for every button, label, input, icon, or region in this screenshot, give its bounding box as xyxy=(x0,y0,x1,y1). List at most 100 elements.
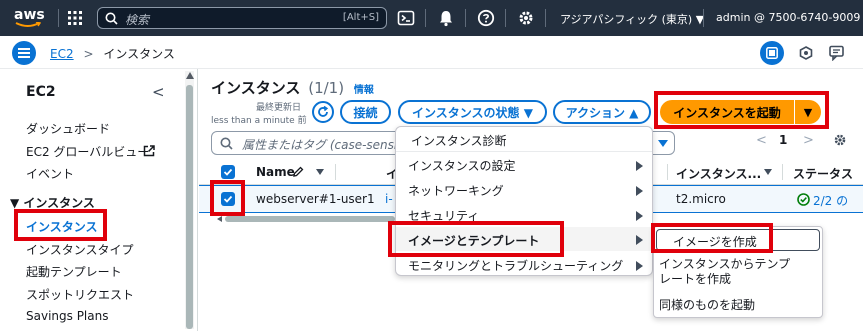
account-menu[interactable]: admin @ 7500-6740-9009 ▼ xyxy=(716,11,863,24)
sidebar-item-dashboard[interactable]: ダッシュボード xyxy=(26,120,110,137)
notifications-panel-button[interactable] xyxy=(760,41,784,65)
sidebar-scrollbar-thumb[interactable] xyxy=(186,85,193,329)
search-icon xyxy=(105,12,118,25)
table-scrollbar-thumb[interactable] xyxy=(225,216,395,222)
aws-logo[interactable]: aws xyxy=(12,6,46,30)
column-sort-icon[interactable] xyxy=(764,169,772,175)
aws-smile-icon xyxy=(15,22,41,27)
menu-item-security[interactable]: セキュリティ xyxy=(408,207,479,224)
submenu-item-launch-more-like-this[interactable]: 同様のものを起動 xyxy=(659,296,755,313)
images-templates-submenu: イメージを作成 インスタンスからテンプレートを作成 同様のものを起動 xyxy=(653,226,823,318)
checkmark-icon xyxy=(223,168,233,176)
breadcrumb-ec2-link[interactable]: EC2 xyxy=(50,47,74,61)
column-header-name[interactable]: Name xyxy=(256,165,295,179)
filter-dropdown-icon[interactable] xyxy=(658,140,668,147)
gear-icon[interactable] xyxy=(517,9,535,27)
sidebar-item-events[interactable]: イベント xyxy=(26,165,74,182)
chevron-right-icon xyxy=(636,186,643,196)
row-instance-id[interactable]: i- xyxy=(385,192,393,206)
launch-instance-button-label: インスタンスを起動 xyxy=(673,105,781,120)
launch-dropdown-icon: ▼ xyxy=(803,105,813,119)
checkmark-icon xyxy=(223,195,233,203)
instance-state-button[interactable]: インスタンスの状態 ▼ xyxy=(398,100,547,124)
row-instance-name[interactable]: webserver#1-user1 xyxy=(256,192,375,206)
chevron-right-icon xyxy=(636,235,643,245)
refresh-icon xyxy=(318,106,329,117)
panel-icon xyxy=(766,47,778,59)
external-link-icon xyxy=(143,145,155,157)
menu-toggle-button[interactable] xyxy=(12,41,36,65)
breadcrumb-separator: > xyxy=(83,47,94,61)
pencil-icon xyxy=(293,166,304,177)
connect-button-label: 接続 xyxy=(353,105,378,120)
sidebar-section-instances[interactable]: ▼ インスタンス xyxy=(10,194,95,211)
last-updated-label: 最終更新日 xyxy=(256,103,302,113)
sidebar-item-spot-requests[interactable]: スポットリクエスト xyxy=(26,286,134,303)
sidebar-title: EC2 xyxy=(26,84,56,100)
actions-button-label: アクション ▲ xyxy=(565,105,639,120)
search-icon xyxy=(220,137,233,150)
help-icon[interactable] xyxy=(477,9,495,27)
actions-button[interactable]: アクション ▲ xyxy=(553,100,651,124)
bell-icon[interactable] xyxy=(437,9,455,27)
menu-item-monitoring-troubleshooting[interactable]: モニタリングとトラブルシューティング xyxy=(408,257,623,274)
menu-item-instance-diagnostics[interactable]: インスタンス診断 xyxy=(411,132,507,149)
row-checkbox[interactable] xyxy=(221,192,235,206)
menu-item-images-templates-row[interactable]: イメージとテンプレート xyxy=(396,227,652,251)
sidebar-item-savings-plans[interactable]: Savings Plans xyxy=(26,309,108,323)
check-circle-icon xyxy=(797,193,810,206)
scroll-up-arrow-icon[interactable] xyxy=(185,72,194,79)
connect-button[interactable]: 接続 xyxy=(340,100,391,124)
submenu-item-create-template[interactable]: インスタンスからテンプレートを作成 xyxy=(659,257,799,287)
refresh-button[interactable] xyxy=(312,101,334,123)
launch-dropdown-button[interactable]: ▼ xyxy=(795,100,821,124)
submenu-item-create-image-row[interactable]: イメージを作成 xyxy=(656,229,820,251)
breadcrumb-bar: EC2 > インスタンス xyxy=(0,36,863,69)
table-settings-gear-icon[interactable] xyxy=(833,133,847,147)
menu-item-instance-settings[interactable]: インスタンスの設定 xyxy=(408,157,516,174)
select-all-checkbox[interactable] xyxy=(221,165,235,179)
sidebar-item-instance-types[interactable]: インスタンスタイプ xyxy=(26,241,134,258)
chevron-right-icon xyxy=(636,161,643,171)
sidebar-item-launch-templates[interactable]: 起動テンプレート xyxy=(26,263,122,280)
services-grid-icon[interactable] xyxy=(68,11,82,25)
pagination-page[interactable]: 1 xyxy=(779,133,787,147)
sidebar-scrollbar[interactable] xyxy=(185,71,194,329)
breadcrumb: EC2 > インスタンス xyxy=(50,45,175,61)
column-header-instance-type[interactable]: インスタンス... xyxy=(676,165,761,182)
region-selector[interactable]: アジアパシフィック (東京) ▼ xyxy=(560,11,704,27)
sidebar: EC2 < ダッシュボード EC2 グローバルビュー イベント ▼ インスタンス… xyxy=(0,69,198,331)
chevron-right-icon xyxy=(636,211,643,221)
page-title-text: インスタンス xyxy=(211,79,301,97)
column-sort-icon[interactable] xyxy=(316,169,324,175)
submenu-item-create-image[interactable]: イメージを作成 xyxy=(673,233,757,250)
row-status-checks[interactable]: 2/2 の xyxy=(813,192,848,209)
chevron-right-icon xyxy=(636,261,643,271)
page-title: インスタンス (1/1) 情報 xyxy=(211,77,374,98)
sidebar-item-global-view[interactable]: EC2 グローバルビュー xyxy=(26,143,149,160)
sidebar-collapse-icon[interactable]: < xyxy=(152,83,165,101)
feedback-icon[interactable] xyxy=(829,45,845,62)
cloudshell-icon[interactable] xyxy=(397,9,415,27)
last-updated-value: less than a minute 前 xyxy=(211,116,307,126)
global-search-input[interactable]: 検索 [Alt+S] xyxy=(97,7,387,29)
search-shortcut: [Alt+S] xyxy=(342,12,379,23)
info-link[interactable]: 情報 xyxy=(354,85,374,96)
drift-icon[interactable] xyxy=(799,46,813,60)
filter-placeholder: 属性またはタグ (case-sensitive xyxy=(242,138,420,152)
pagination-prev[interactable]: < xyxy=(756,133,767,148)
search-placeholder: 検索 xyxy=(125,13,150,27)
hamburger-icon xyxy=(18,48,30,58)
aws-logo-text: aws xyxy=(14,7,45,23)
top-navigation-bar: aws 検索 [Alt+S] アジアパシフィック (東京) ▼ admin @ … xyxy=(0,0,863,36)
column-header-status[interactable]: ステータス xyxy=(793,165,853,182)
row-instance-type: t2.micro xyxy=(676,192,726,206)
table-horizontal-scrollbar[interactable] xyxy=(217,216,397,222)
pagination-next[interactable]: > xyxy=(803,133,814,148)
actions-dropdown-menu: インスタンス診断 インスタンスの設定 ネットワーキング セキュリティ イメージと… xyxy=(395,126,653,276)
sidebar-item-instances[interactable]: インスタンス xyxy=(26,218,98,235)
launch-instance-button[interactable]: インスタンスを起動 xyxy=(660,100,794,124)
scroll-left-arrow-icon[interactable] xyxy=(217,216,222,222)
menu-item-images-templates[interactable]: イメージとテンプレート xyxy=(408,232,539,249)
menu-item-networking[interactable]: ネットワーキング xyxy=(408,182,504,199)
